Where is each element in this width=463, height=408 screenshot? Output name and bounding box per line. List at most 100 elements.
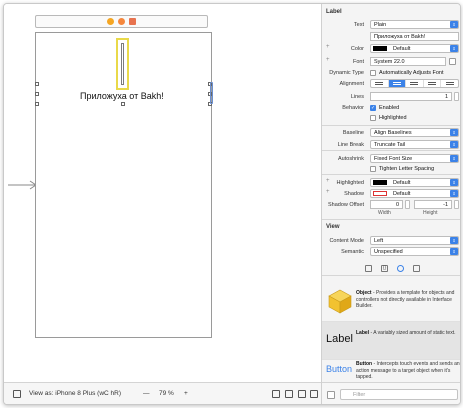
text-type-value: Plain: [374, 22, 387, 28]
popup-arrows-icon: ⇕: [450, 129, 458, 136]
section-divider: [322, 219, 460, 220]
alignment-segmented-control[interactable]: [370, 79, 459, 88]
lines-stepper[interactable]: [454, 92, 459, 101]
library-filter-input[interactable]: Filter: [340, 389, 458, 400]
zoom-in-button[interactable]: +: [184, 390, 188, 397]
align-natural-icon[interactable]: [441, 80, 458, 87]
line-break-value: Truncate Tail: [374, 142, 406, 148]
lines-field[interactable]: 1: [370, 92, 452, 101]
section-divider: [322, 150, 460, 151]
library-filter-bar: Filter: [322, 382, 460, 404]
shadow-width-stepper[interactable]: [405, 200, 410, 209]
semantic-value: Unspecified: [374, 249, 403, 255]
color-row-label: Color: [350, 46, 364, 52]
shadow-row-label: Shadow: [344, 191, 364, 197]
shadow-offset-width-field[interactable]: 0: [370, 200, 403, 209]
baseline-popup[interactable]: Align Baselines ⇕: [370, 128, 459, 137]
tighten-spacing-label: Tighten Letter Spacing: [379, 166, 435, 172]
popup-arrows-icon: ⇕: [450, 141, 458, 148]
resize-handle[interactable]: [35, 102, 39, 106]
exit-icon[interactable]: [129, 18, 136, 25]
semantic-row-label: Semantic: [341, 249, 364, 255]
width-caption: Width: [378, 210, 391, 216]
behavior-row-label: Behavior: [342, 105, 364, 111]
library-item-button[interactable]: Button Button - Intercepts touch events …: [322, 360, 460, 382]
align-justify-icon[interactable]: [424, 80, 442, 87]
align-icon[interactable]: [285, 390, 293, 398]
entry-point-arrow-icon[interactable]: [8, 180, 38, 190]
grid-view-toggle-icon[interactable]: [327, 391, 335, 399]
popup-arrows-icon: ⇕: [450, 237, 458, 244]
line-break-popup[interactable]: Truncate Tail ⇕: [370, 140, 459, 149]
text-content-field[interactable]: Приложуха от Bakh!: [370, 32, 459, 41]
align-center-icon[interactable]: [388, 80, 407, 87]
resize-handle[interactable]: [35, 82, 39, 86]
update-frames-icon[interactable]: [272, 390, 280, 398]
shadow-color-swatch: [373, 191, 387, 196]
alignment-row-label: Alignment: [339, 81, 364, 87]
popup-arrows-icon: ⇕: [450, 179, 458, 186]
dynamic-type-checkbox[interactable]: [370, 70, 376, 76]
document-outline-toggle-icon[interactable]: [13, 390, 21, 398]
zoom-level: 79 %: [159, 390, 174, 397]
attributes-inspector: Label Text Plain ⇕ Приложуха от Bakh! + …: [321, 4, 460, 404]
media-library-icon[interactable]: [413, 265, 420, 272]
autoshrink-popup[interactable]: Fixed Font Size ⇕: [370, 154, 459, 163]
font-picker-icon[interactable]: [449, 58, 456, 65]
shadow-height-stepper[interactable]: [454, 200, 459, 209]
font-row-label: Font: [352, 59, 364, 65]
font-field[interactable]: System 22.0: [370, 57, 446, 66]
enabled-checkbox[interactable]: ✓: [370, 105, 376, 111]
selected-vertical-view[interactable]: [116, 38, 129, 90]
popup-arrows-icon: ⇕: [450, 190, 458, 197]
add-variation-icon[interactable]: +: [326, 189, 330, 195]
text-type-popup[interactable]: Plain ⇕: [370, 20, 459, 29]
xcode-window: Приложуха от Bakh! View as: iPhone 8 Plu…: [3, 3, 461, 405]
zoom-out-button[interactable]: —: [143, 390, 150, 397]
align-left-icon[interactable]: [371, 80, 389, 87]
file-template-library-icon[interactable]: [365, 265, 372, 272]
constraint-marker: [210, 82, 213, 104]
section-divider: [322, 174, 460, 175]
label-title: Label: [356, 330, 370, 336]
label-desc-text: - A variably sized amount of static text…: [369, 330, 456, 336]
button-desc-text: - Intercepts touch events and sends an a…: [356, 361, 460, 380]
scene-dock: [35, 15, 208, 28]
resolve-issues-icon[interactable]: [310, 390, 318, 398]
view-controller-icon[interactable]: [107, 18, 114, 25]
add-constraints-icon[interactable]: [298, 390, 306, 398]
semantic-popup[interactable]: Unspecified ⇕: [370, 247, 459, 256]
add-variation-icon[interactable]: +: [326, 44, 330, 50]
object-library-icon[interactable]: [397, 265, 404, 272]
resize-handle[interactable]: [35, 92, 39, 96]
label-element[interactable]: Приложуха от Bakh!: [80, 91, 164, 101]
shadow-color-value: Default: [393, 191, 411, 197]
highlighted-checkbox[interactable]: [370, 115, 376, 121]
storyboard-canvas[interactable]: Приложуха от Bakh!: [4, 4, 321, 382]
content-mode-popup[interactable]: Left ⇕: [370, 236, 459, 245]
label-section-title: Label: [326, 9, 342, 15]
align-right-icon[interactable]: [406, 80, 424, 87]
first-responder-icon[interactable]: [118, 18, 125, 25]
resize-handle[interactable]: [121, 102, 125, 106]
line-break-row-label: Line Break: [337, 142, 364, 148]
view-as-label[interactable]: View as: iPhone 8 Plus (wC hR): [29, 390, 121, 397]
add-variation-icon[interactable]: +: [326, 178, 330, 184]
color-swatch: [373, 46, 387, 51]
button-description: Button - Intercepts touch events and sen…: [356, 361, 460, 381]
library-item-object[interactable]: Object - Provides a template for objects…: [322, 284, 460, 322]
popup-arrows-icon: ⇕: [450, 21, 458, 28]
shadow-offset-height-field[interactable]: -1: [414, 200, 452, 209]
popup-arrows-icon: ⇕: [450, 155, 458, 162]
library-item-label[interactable]: Label Label - A variably sized amount of…: [322, 322, 460, 360]
baseline-row-label: Baseline: [342, 130, 364, 136]
tighten-spacing-checkbox[interactable]: [370, 166, 376, 172]
add-variation-icon[interactable]: +: [326, 57, 330, 63]
code-snippet-library-icon[interactable]: {}: [381, 265, 388, 272]
shadow-offset-row-label: Shadow Offset: [328, 202, 364, 208]
enabled-label: Enabled: [379, 105, 400, 111]
highlighted-row-label: Highlighted: [336, 180, 364, 186]
library-tabs: {}: [322, 262, 460, 276]
highlighted-checkbox-label: Highlighted: [379, 115, 407, 121]
button-icon-text: Button: [326, 364, 353, 374]
